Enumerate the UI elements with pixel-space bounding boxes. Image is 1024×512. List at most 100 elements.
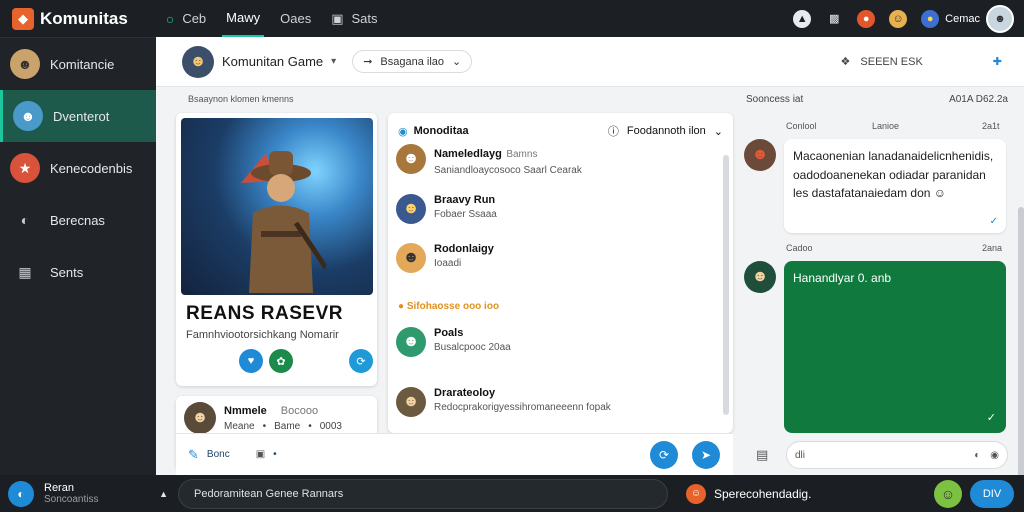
list-item[interactable]: ☻ Poals Busalcpooc 20aa xyxy=(396,327,511,357)
user-avatar: ☻ xyxy=(396,194,426,224)
status-avatar: ☺ xyxy=(686,483,706,504)
list-item[interactable]: ☻ Braavy Run Fobaer Ssaaa xyxy=(396,194,497,224)
user-menu[interactable]: ● Cemac ☻ xyxy=(921,4,1014,33)
edit-icon[interactable]: ✎ xyxy=(188,447,199,463)
footer-user[interactable]: ◐ Reran Soncoantiss ▲ xyxy=(8,480,168,507)
add-user-icon[interactable]: ✚ xyxy=(993,55,1002,68)
footer-avatar: ◐ xyxy=(8,480,34,507)
footer-user-sub: Soncoantiss xyxy=(44,494,99,505)
conversation-header: Sooncess iat A01A D62.2a xyxy=(746,94,1008,105)
list-filter[interactable]: ⓘ Foodannoth ilon ⌄ xyxy=(608,123,723,139)
chevron-down-icon: ⌄ xyxy=(713,125,723,138)
user-avatar: ☻ xyxy=(396,144,426,174)
logo-icon: ◆ xyxy=(12,7,34,30)
message-text: Macaonenian lanadanaidelicnhenidis, oado… xyxy=(793,149,994,201)
list-item[interactable]: ☻ Rodonlaigy Ioaadi xyxy=(396,243,494,273)
message-input[interactable]: dli ◐ ◉ xyxy=(786,441,1008,469)
bar-icon: ▣ xyxy=(331,10,344,26)
user-label: Cemac xyxy=(945,12,980,25)
emoji-icon: ☺ xyxy=(933,186,947,201)
search-input[interactable]: Pedoramitean Genee Rannars xyxy=(178,478,668,509)
sidebar-item-kenecodenbis[interactable]: ★ Kenecodenbis xyxy=(0,142,156,194)
m1-sender: Conlool xyxy=(786,121,817,131)
message-text: Hanandlyar 0. anb xyxy=(793,271,892,285)
gamepad-icon[interactable]: ▩ xyxy=(825,10,843,28)
pin-icon[interactable]: ❖ xyxy=(841,55,851,68)
read-check-icon: ✓ xyxy=(989,215,998,227)
list-icon: ◉ xyxy=(398,125,408,138)
chevron-down-icon: ⌄ xyxy=(452,56,462,68)
character-illustration xyxy=(241,151,326,293)
message-bubble[interactable]: Macaonenian lanadanaidelicnhenidis, oado… xyxy=(784,139,1006,233)
settings-icon[interactable]: ◉ xyxy=(990,450,999,461)
chat-icon: ○ xyxy=(165,10,175,27)
nav-item-oaes[interactable]: Oaes xyxy=(276,0,315,37)
dot-icon: • xyxy=(273,449,277,460)
emoji-button-icon[interactable]: ◐ xyxy=(974,450,980,461)
user-small-avatar: ● xyxy=(921,9,940,28)
sidebar: ☻ Komitancie ☻ Dventerot ★ Kenecodenbis … xyxy=(0,37,156,475)
m1-time: 2a1t xyxy=(982,121,1000,131)
section-label: ● Sifohaosse ooo ioo xyxy=(398,301,500,312)
dot-icon: • xyxy=(262,421,267,432)
conversation-panel: Sooncess iat A01A D62.2a ☻ Conlool Lanio… xyxy=(736,87,1024,477)
main-panel: ☻ Komunitan Game ▾ ➞ Bsagana ilao ⌄ ❖ SE… xyxy=(156,37,1024,477)
chevron-up-icon: ▲ xyxy=(159,488,168,499)
primary-button[interactable]: DIV xyxy=(970,479,1014,508)
top-bar: ◆ Komunitas ○ Ceb Mawy Oaes ▣ Sats ▲ ▩ ●… xyxy=(0,0,1024,37)
sidebar-item-komitancie[interactable]: ☻ Komitancie xyxy=(0,38,156,90)
image-icon[interactable]: ▣ xyxy=(256,449,265,460)
share-icon[interactable]: ⟳ xyxy=(349,349,373,373)
app-logo[interactable]: ◆ Komunitas xyxy=(12,7,128,30)
conversation-scrollbar[interactable] xyxy=(1018,207,1024,477)
user-avatar: ☻ xyxy=(396,243,426,273)
arrow-icon: ➞ xyxy=(363,56,373,68)
nav-item-ceb[interactable]: ○ Ceb xyxy=(162,0,210,37)
list-item[interactable]: ☻ Nameledlayg Bamns Saniandloaycosoco Sa… xyxy=(396,144,582,176)
sidebar-item-sents[interactable]: ▦ Sents xyxy=(0,246,156,298)
attach-icon[interactable]: ▤ xyxy=(756,447,768,463)
chat-header-actions: ❖ SEEEN ESK ✚ xyxy=(841,55,1002,69)
header-action-label[interactable]: SEEEN ESK xyxy=(860,56,922,68)
game-hero-card[interactable]: REANS RASEVR Famnhviootorsichkang Nomari… xyxy=(176,113,377,386)
star-icon: ● xyxy=(398,301,405,312)
clock-icon: ◐ xyxy=(20,212,30,228)
game-avatar-icon: ☻ xyxy=(10,49,40,79)
dot-icon: • xyxy=(308,421,312,432)
main-nav: ○ Ceb Mawy Oaes ▣ Sats xyxy=(162,0,382,37)
list-item[interactable]: ☻ Drarateoloy Redocprakorigyessihromanee… xyxy=(396,387,611,417)
friend-avatar[interactable]: ☺ xyxy=(889,9,908,28)
chat-header: ☻ Komunitan Game ▾ ➞ Bsagana ilao ⌄ ❖ SE… xyxy=(156,37,1024,87)
game-title: REANS RASEVR xyxy=(186,303,343,324)
game-avatar-icon: ☻ xyxy=(13,101,43,131)
refresh-button[interactable]: ⟳ xyxy=(650,441,678,469)
user-avatar: ☻ xyxy=(396,327,426,357)
member-row-1: Nmmele Bocooo xyxy=(224,405,318,417)
breadcrumb: Bsaaynon klomen kmenns xyxy=(188,94,294,104)
list-scrollbar[interactable] xyxy=(723,155,729,415)
nav-item-mawy[interactable]: Mawy xyxy=(222,0,265,37)
toolbar-label[interactable]: Bonc xyxy=(207,449,230,460)
calendar-icon: ▦ xyxy=(18,263,32,280)
nav-item-sats[interactable]: ▣ Sats xyxy=(327,0,381,37)
sidebar-item-berecnas[interactable]: ◐ Berecnas xyxy=(0,194,156,246)
member-list-panel: ◉ Monoditaa ⓘ Foodannoth ilon ⌄ ☻ Namele… xyxy=(388,113,733,433)
sender-avatar: ☻ xyxy=(744,261,776,293)
game-cover-image xyxy=(181,118,373,295)
m2-sender: Cadoo xyxy=(786,243,813,253)
leaf-icon[interactable]: ✿ xyxy=(269,349,293,373)
filter-icon: ⓘ xyxy=(607,126,619,138)
share-button[interactable]: ➤ xyxy=(692,441,720,469)
footer-bar: ◐ Reran Soncoantiss ▲ Pedoramitean Genee… xyxy=(0,475,1024,512)
compass-icon[interactable]: ▲ xyxy=(793,9,812,28)
emoji-button[interactable]: ☺ xyxy=(934,479,962,508)
user-avatar: ☻ xyxy=(396,387,426,417)
chevron-down-icon[interactable]: ▾ xyxy=(331,56,336,67)
message-bubble-own[interactable]: Hanandlyar 0. anb ✓ xyxy=(784,261,1006,433)
notification-icon[interactable]: ● xyxy=(857,9,876,28)
m2-time: 2ana xyxy=(982,243,1003,253)
channel-pill[interactable]: ➞ Bsagana ilao ⌄ xyxy=(352,50,473,73)
sidebar-item-dventerot[interactable]: ☻ Dventerot xyxy=(0,90,156,142)
status-indicator[interactable]: ☺ Sperecohendadig. xyxy=(686,483,811,504)
heart-icon[interactable]: ♥ xyxy=(239,349,263,373)
